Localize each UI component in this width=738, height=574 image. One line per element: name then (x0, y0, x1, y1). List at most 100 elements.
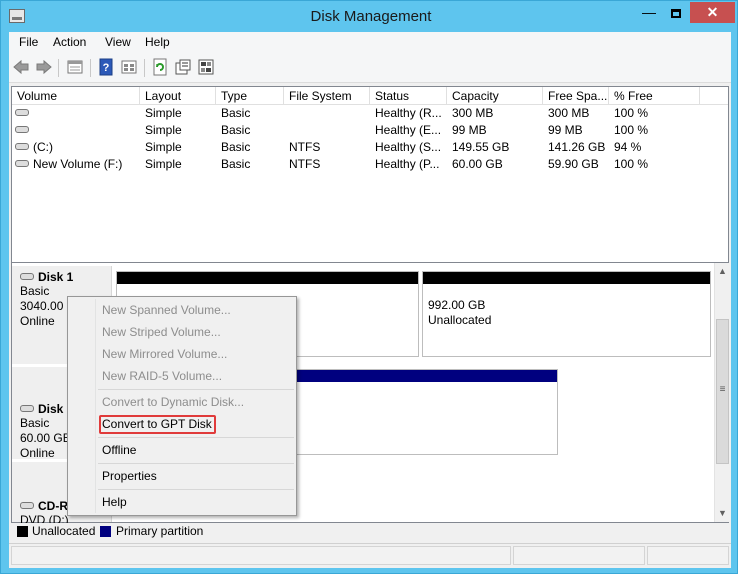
column-header-volume[interactable]: Volume (12, 87, 140, 105)
menu-gutter (95, 299, 96, 513)
toolbar-separator (90, 59, 91, 77)
maximize-icon (671, 8, 681, 18)
refresh-icon[interactable] (151, 58, 169, 76)
volume-name: (C:) (33, 140, 53, 154)
legend-swatch-unallocated (17, 526, 28, 537)
title-bar[interactable]: Disk Management — ✕ (1, 1, 737, 32)
status-cell: Healthy (S... (375, 140, 442, 154)
file-system-cell: NTFS (289, 157, 321, 171)
window-title: Disk Management (310, 8, 432, 25)
file-system-cell (289, 105, 369, 122)
partition-size: 992.00 GB (428, 298, 486, 312)
percent-free-cell: 100 % (614, 106, 649, 120)
volume-disk-icon (15, 109, 29, 117)
forward-arrow-icon[interactable] (35, 58, 53, 76)
legend-label-unallocated: Unallocated (32, 524, 96, 538)
file-system-cell: NTFS (289, 140, 321, 154)
menu-item-offline[interactable]: Offline (102, 440, 136, 460)
column-header-layout[interactable]: Layout (140, 87, 216, 105)
help-topic-icon[interactable]: ? (97, 58, 115, 76)
menu-bar: File Action View Help (9, 32, 731, 53)
table-row[interactable]: (C:) Simple Basic NTFS Healthy (S... 149… (12, 139, 728, 156)
status-pane (513, 546, 645, 565)
menu-item-new-mirrored-volume[interactable]: New Mirrored Volume... (102, 344, 227, 364)
menu-separator (98, 463, 294, 464)
free-space-cell: 300 MB (548, 106, 590, 120)
rescan-disks-icon[interactable] (197, 58, 215, 76)
type-cell: Basic (221, 157, 251, 171)
status-pane (647, 546, 729, 565)
cdrom-name-text: CD-R (38, 499, 68, 513)
layout-cell: Simple (145, 140, 182, 154)
menu-view[interactable]: View (105, 35, 131, 49)
disk-1-name-text: Disk 1 (38, 270, 74, 284)
unallocated-bar (117, 272, 418, 284)
status-cell: Healthy (E... (375, 123, 442, 137)
properties-view-icon[interactable] (66, 58, 84, 76)
column-header-status[interactable]: Status (370, 87, 447, 105)
disk-icon (20, 273, 34, 281)
scroll-thumb[interactable]: ≡ (716, 319, 729, 464)
toolbar-separator (58, 59, 59, 77)
legend-swatch-primary (100, 526, 111, 537)
toolbar-separator (144, 59, 145, 77)
column-header-percent-free[interactable]: % Free (609, 87, 700, 105)
vertical-scrollbar[interactable]: ▲ ≡ ▼ (714, 263, 729, 522)
volume-list[interactable]: Volume Layout Type File System Status Ca… (11, 86, 729, 285)
menu-item-new-raid5-volume[interactable]: New RAID-5 Volume... (102, 366, 222, 386)
scroll-down-arrow-icon[interactable]: ▼ (715, 505, 730, 522)
table-row[interactable]: New Volume (F:) Simple Basic NTFS Health… (12, 156, 728, 173)
layout-cell: Simple (145, 123, 182, 137)
column-header-free-space[interactable]: Free Spa... (543, 87, 609, 105)
properties-icon[interactable] (174, 58, 192, 76)
percent-free-cell: 100 % (614, 157, 649, 171)
back-arrow-icon[interactable] (12, 58, 30, 76)
volume-cell (15, 122, 138, 139)
volume-cell: (C:) (15, 139, 138, 156)
file-system-cell (289, 122, 369, 139)
menu-file[interactable]: File (19, 35, 38, 49)
details-view-icon[interactable] (120, 58, 138, 76)
free-space-cell: 59.90 GB (548, 157, 599, 171)
legend-label-primary: Primary partition (116, 524, 204, 538)
minimize-button[interactable]: — (636, 2, 662, 23)
disk-icon (20, 405, 34, 413)
status-bar (9, 543, 731, 567)
capacity-cell: 99 MB (452, 123, 487, 137)
capacity-cell: 149.55 GB (452, 140, 510, 154)
cd-drive-icon (20, 502, 34, 510)
menu-item-convert-to-gpt-disk[interactable]: Convert to GPT Disk (102, 414, 212, 434)
free-space-cell: 99 MB (548, 123, 583, 137)
menu-item-properties[interactable]: Properties (102, 466, 157, 486)
menu-separator (98, 389, 294, 390)
menu-action[interactable]: Action (53, 35, 86, 49)
percent-free-cell: 100 % (614, 123, 649, 137)
status-cell: Healthy (R... (375, 106, 442, 120)
disk-context-menu: New Spanned Volume... New Striped Volume… (67, 296, 297, 516)
svg-text:?: ? (103, 62, 110, 74)
menu-separator (98, 437, 294, 438)
menu-item-convert-to-dynamic-disk[interactable]: Convert to Dynamic Disk... (102, 392, 244, 412)
disk-1-name: Disk 1 (20, 270, 111, 284)
table-row[interactable]: Simple Basic Healthy (R... 300 MB 300 MB… (12, 105, 728, 122)
volume-disk-icon (15, 143, 29, 151)
volume-cell: New Volume (F:) (15, 156, 138, 173)
legend: Unallocated Primary partition (11, 523, 729, 541)
column-header-type[interactable]: Type (216, 87, 284, 105)
menu-help[interactable]: Help (145, 35, 170, 49)
volume-disk-icon (15, 160, 29, 168)
disk-1-partition-unallocated-2[interactable]: 992.00 GB Unallocated (422, 271, 711, 357)
type-cell: Basic (221, 123, 251, 137)
capacity-cell: 60.00 GB (452, 157, 503, 171)
column-header-file-system[interactable]: File System (284, 87, 370, 105)
menu-item-new-spanned-volume[interactable]: New Spanned Volume... (102, 300, 231, 320)
menu-item-new-striped-volume[interactable]: New Striped Volume... (102, 322, 221, 342)
column-header-capacity[interactable]: Capacity (447, 87, 543, 105)
close-button[interactable]: ✕ (690, 2, 735, 23)
type-cell: Basic (221, 106, 251, 120)
maximize-button[interactable] (663, 2, 689, 23)
menu-item-help[interactable]: Help (102, 492, 127, 512)
scroll-up-arrow-icon[interactable]: ▲ (715, 263, 730, 280)
table-row[interactable]: Simple Basic Healthy (E... 99 MB 99 MB 1… (12, 122, 728, 139)
layout-cell: Simple (145, 106, 182, 120)
